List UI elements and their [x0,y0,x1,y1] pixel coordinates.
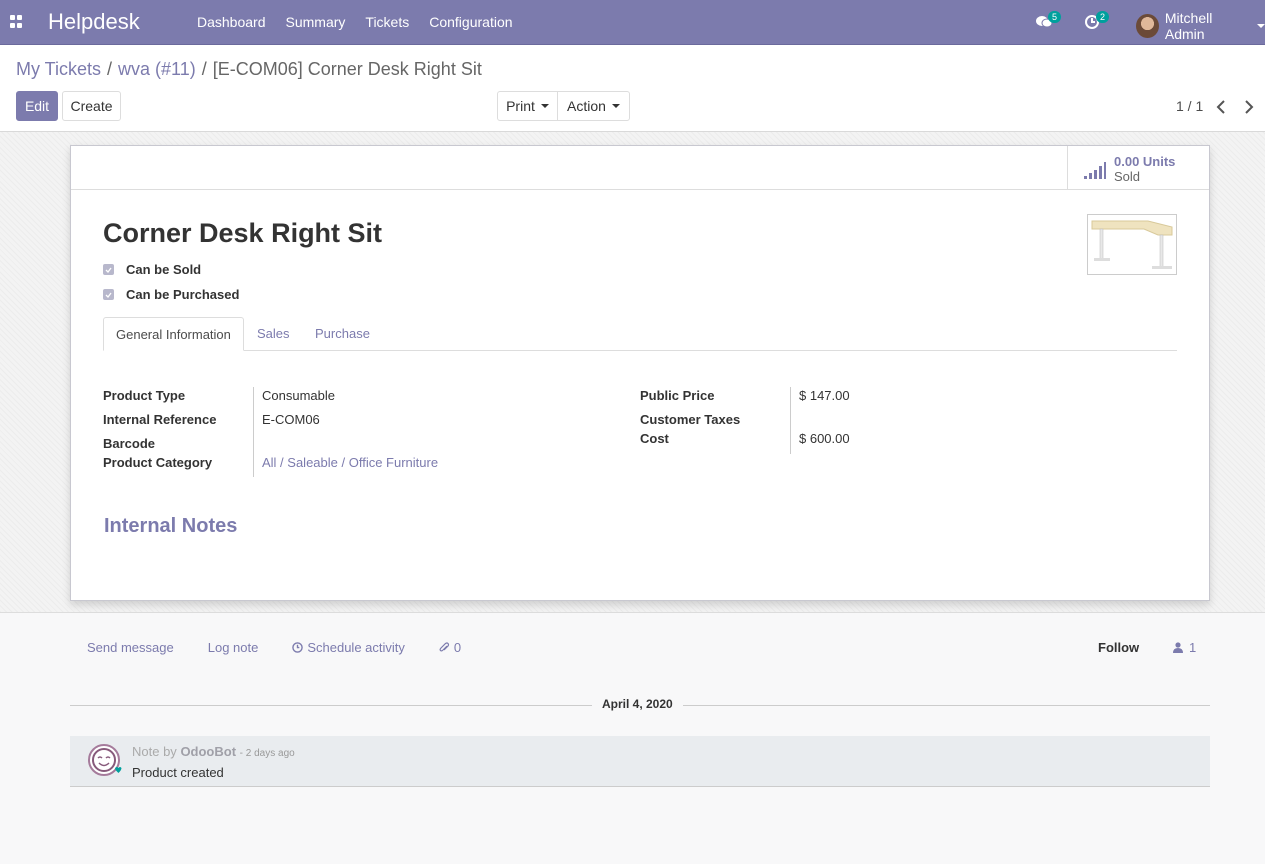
user-name: Mitchell Admin [1164,10,1213,42]
user-menu[interactable]: Mitchell Admin [1136,10,1265,42]
chatter-message: Note by OdooBot - 2 days ago Product cre… [70,736,1210,787]
schedule-activity-label: Schedule activity [307,640,405,655]
units-sold-button[interactable]: 0.00 Units Sold [1067,146,1209,190]
odoobot-avatar [88,744,122,776]
messaging-menu[interactable]: 5 [1036,11,1062,30]
messages-count-badge: 5 [1048,11,1062,23]
breadcrumb: My Tickets / wva (#11) / [E-COM06] Corner De… [16,59,482,79]
notebook-tabs: General Information Sales Purchase [103,317,1177,351]
check-icon [105,292,112,298]
menu-configuration[interactable]: Configuration [429,14,512,30]
units-sold-value: 0.00 Units [1114,154,1176,169]
can-be-sold-checkbox[interactable] [103,264,114,275]
bar-chart-icon [1084,162,1106,179]
public-price-label: Public Price [640,388,715,403]
message-author[interactable]: OdooBot [180,744,236,759]
apps-menu-icon[interactable] [10,15,23,28]
attachments-button[interactable]: 0 [439,640,461,655]
product-category-value[interactable]: All / Saleable / Office Furniture [262,455,438,470]
breadcrumb-my-tickets[interactable]: My Tickets [16,59,101,79]
menu-summary[interactable]: Summary [286,14,346,30]
tab-purchase[interactable]: Purchase [303,317,382,351]
chevron-down-icon [540,104,549,108]
create-button[interactable]: Create [62,91,121,121]
attachments-count: 0 [453,640,462,655]
menu-tickets[interactable]: Tickets [365,14,409,30]
product-type-label: Product Type [103,388,186,403]
followers-count: 1 [1189,640,1197,655]
internal-reference-label: Internal Reference [103,412,217,427]
message-header: Note by OdooBot - 2 days ago [132,744,295,759]
app-brand[interactable]: Helpdesk [48,9,140,35]
public-price-value[interactable]: $ 147.00 [799,388,850,403]
check-icon [105,267,112,273]
menu-dashboard[interactable]: Dashboard [197,14,266,30]
followers-button[interactable]: 1 [1173,640,1196,655]
user-avatar [1136,14,1159,38]
chevron-right-icon[interactable] [1244,100,1254,114]
action-label: Action [567,98,606,114]
cost-value[interactable]: $ 600.00 [799,431,850,446]
product-type-value[interactable]: Consumable [262,388,335,403]
activities-count-badge: 2 [1096,11,1110,23]
action-dropdown[interactable]: Action [557,91,630,121]
chevron-down-icon [611,104,620,108]
customer-taxes-label: Customer Taxes [640,412,741,427]
can-be-purchased-label: Can be Purchased [126,287,240,302]
date-separator-label: April 4, 2020 [592,697,683,711]
message-body: Product created [132,765,224,780]
product-category-label: Product Category [103,455,213,470]
clock-icon [292,642,304,653]
barcode-label: Barcode [103,436,156,451]
breadcrumb-ticket[interactable]: wva (#11) [118,59,196,79]
button-box: 0.00 Units Sold [71,146,1209,190]
control-panel: My Tickets / wva (#11) / [E-COM06] Corner De… [0,45,1265,132]
follow-button[interactable]: Follow [1098,640,1139,655]
can-be-purchased-row: Can be Purchased [103,287,239,302]
print-dropdown[interactable]: Print [497,91,558,121]
log-note-button[interactable]: Log note [208,640,259,655]
field-divider [253,387,254,477]
chevron-down-icon [1257,24,1265,28]
chatter-topbar: Send message Log note Schedule activity … [87,640,495,655]
tab-general-information[interactable]: General Information [103,317,244,351]
tab-sales[interactable]: Sales [245,317,302,351]
units-sold-label: Sold [1114,169,1141,184]
chevron-left-icon[interactable] [1216,100,1226,114]
send-message-button[interactable]: Send message [87,640,174,655]
top-navbar: Helpdesk Dashboard Summary Tickets Confi… [0,0,1265,45]
cost-label: Cost [640,431,669,446]
product-name: Corner Desk Right Sit [103,218,383,248]
main-menu: Dashboard Summary Tickets Configuration [197,14,533,30]
desk-image [1091,220,1173,269]
breadcrumb-current: [E-COM06] Corner Desk Right Sit [212,59,482,79]
form-sheet: 0.00 Units Sold Corner Desk Right Sit Ca… [70,145,1210,601]
field-divider [790,387,791,454]
message-time: - 2 days ago [239,748,295,759]
activity-menu[interactable]: 2 [1084,11,1110,30]
pager-value[interactable]: 1 / 1 [1176,98,1203,114]
paperclip-icon [439,641,450,651]
product-image[interactable] [1087,214,1177,275]
can-be-sold-label: Can be Sold [126,262,202,277]
user-icon [1173,642,1183,653]
internal-notes-heading: Internal Notes [104,515,238,537]
can-be-sold-row: Can be Sold [103,262,201,277]
message-prefix: Note by [132,744,177,759]
internal-reference-value[interactable]: E-COM06 [262,412,320,427]
can-be-purchased-checkbox[interactable] [103,289,114,300]
schedule-activity-button[interactable]: Schedule activity [292,640,405,655]
print-label: Print [506,98,535,114]
edit-button[interactable]: Edit [16,91,58,121]
